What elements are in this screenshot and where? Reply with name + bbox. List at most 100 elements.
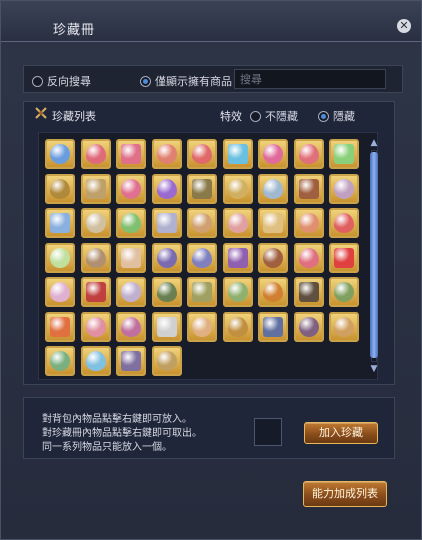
collection-item-slot[interactable] — [329, 242, 359, 273]
collection-item-slot[interactable] — [45, 311, 75, 342]
item-icon — [121, 144, 141, 164]
collection-window: 珍藏冊 ✕ 反向搜尋 僅顯示擁有商品 珍藏列表 特效 不隱藏 — [0, 0, 422, 540]
effect-show-label: 不隱藏 — [265, 110, 298, 123]
collection-item-slot[interactable] — [293, 208, 324, 238]
collection-item-slot[interactable] — [45, 208, 75, 238]
collection-item-slot[interactable] — [222, 277, 253, 307]
collection-item-slot[interactable] — [80, 242, 111, 273]
collection-item-slot[interactable] — [187, 311, 217, 342]
collection-item-slot[interactable] — [151, 173, 182, 204]
item-icon — [50, 213, 70, 233]
collection-item-slot[interactable] — [258, 277, 288, 307]
collection-item-slot[interactable] — [258, 173, 288, 204]
collection-item-slot[interactable] — [187, 173, 217, 204]
reverse-search-label: 反向搜尋 — [47, 75, 91, 88]
collection-item-slot[interactable] — [151, 208, 182, 238]
item-icon — [85, 282, 106, 302]
collection-item-slot[interactable] — [222, 208, 253, 238]
collection-item-slot[interactable] — [116, 311, 146, 342]
collection-item-slot[interactable] — [80, 311, 111, 342]
collection-item-slot[interactable] — [116, 277, 146, 307]
item-icon — [334, 144, 354, 164]
scroll-up-arrow-icon[interactable]: ▲ — [368, 138, 380, 148]
item-icon — [298, 178, 319, 199]
item-icon — [263, 282, 283, 302]
item-icon — [227, 247, 248, 268]
item-icon — [227, 144, 248, 164]
item-icon — [85, 316, 106, 337]
collection-item-slot[interactable] — [293, 277, 324, 307]
effect-hide-radio[interactable]: 隱藏 — [318, 108, 355, 124]
item-icon — [334, 247, 354, 268]
info-line-1: 對背包內物品點擊右鍵即可放入。 — [42, 414, 192, 425]
search-input[interactable] — [234, 69, 386, 89]
item-icon — [263, 316, 283, 337]
list-title: 珍藏列表 — [52, 110, 96, 123]
item-icon — [50, 178, 70, 199]
collection-item-slot[interactable] — [151, 346, 182, 376]
collection-item-slot[interactable] — [45, 346, 75, 376]
item-drop-slot[interactable] — [254, 418, 282, 446]
collection-item-slot[interactable] — [116, 242, 146, 273]
collection-item-slot[interactable] — [116, 173, 146, 204]
scroll-down-arrow-icon[interactable]: ▼ — [368, 364, 380, 374]
collection-item-slot[interactable] — [187, 139, 217, 169]
collection-item-slot[interactable] — [258, 208, 288, 238]
list-header: 珍藏列表 特效 不隱藏 隱藏 — [24, 102, 394, 126]
item-icon — [227, 282, 248, 302]
collection-item-slot[interactable] — [222, 139, 253, 169]
collection-item-slot[interactable] — [222, 242, 253, 273]
collection-item-slot[interactable] — [258, 242, 288, 273]
collection-item-slot[interactable] — [187, 242, 217, 273]
collection-item-slot[interactable] — [329, 277, 359, 307]
item-icon — [227, 213, 248, 233]
collection-item-slot[interactable] — [293, 173, 324, 204]
ability-bonus-list-button[interactable]: 能力加成列表 — [303, 481, 387, 507]
item-icon — [121, 178, 141, 199]
collection-item-slot[interactable] — [329, 139, 359, 169]
collection-item-slot[interactable] — [151, 139, 182, 169]
collection-item-slot[interactable] — [151, 242, 182, 273]
collection-item-slot[interactable] — [116, 139, 146, 169]
collection-item-slot[interactable] — [80, 139, 111, 169]
scroll-thumb[interactable] — [370, 152, 378, 358]
collection-item-slot[interactable] — [45, 242, 75, 273]
scrollbar[interactable]: ▲ ▼ — [368, 138, 380, 374]
collection-item-slot[interactable] — [329, 311, 359, 342]
collection-item-slot[interactable] — [258, 139, 288, 169]
collection-item-slot[interactable] — [80, 277, 111, 307]
collection-item-slot[interactable] — [45, 277, 75, 307]
add-to-collection-button[interactable]: 加入珍藏 — [304, 422, 378, 444]
collection-item-slot[interactable] — [187, 277, 217, 307]
collection-item-slot[interactable] — [45, 139, 75, 169]
owned-only-radio[interactable]: 僅顯示擁有商品 — [140, 73, 232, 89]
item-icon — [192, 282, 212, 302]
reverse-search-radio[interactable]: 反向搜尋 — [32, 73, 91, 89]
item-icon — [50, 144, 70, 164]
collection-item-slot[interactable] — [151, 277, 182, 307]
collection-item-slot[interactable] — [293, 242, 324, 273]
item-icon — [298, 213, 319, 233]
collection-item-slot[interactable] — [329, 208, 359, 238]
item-icon — [192, 316, 212, 337]
effect-show-radio[interactable]: 不隱藏 — [250, 108, 298, 124]
collection-item-slot[interactable] — [222, 311, 253, 342]
collection-item-slot[interactable] — [116, 346, 146, 376]
collection-item-slot[interactable] — [45, 173, 75, 204]
collection-item-slot[interactable] — [151, 311, 182, 342]
close-icon[interactable]: ✕ — [397, 19, 411, 33]
collection-item-slot[interactable] — [80, 208, 111, 238]
collection-item-slot[interactable] — [187, 208, 217, 238]
title-bar[interactable]: 珍藏冊 ✕ — [1, 1, 421, 42]
collection-item-slot[interactable] — [293, 311, 324, 342]
item-icon — [263, 247, 283, 268]
collection-item-slot[interactable] — [329, 173, 359, 204]
collection-item-slot[interactable] — [222, 173, 253, 204]
collection-item-slot[interactable] — [293, 139, 324, 169]
collection-item-slot[interactable] — [80, 173, 111, 204]
item-icon — [334, 316, 354, 337]
collection-item-slot[interactable] — [80, 346, 111, 376]
collection-item-slot[interactable] — [258, 311, 288, 342]
item-icon — [334, 178, 354, 199]
collection-item-slot[interactable] — [116, 208, 146, 238]
